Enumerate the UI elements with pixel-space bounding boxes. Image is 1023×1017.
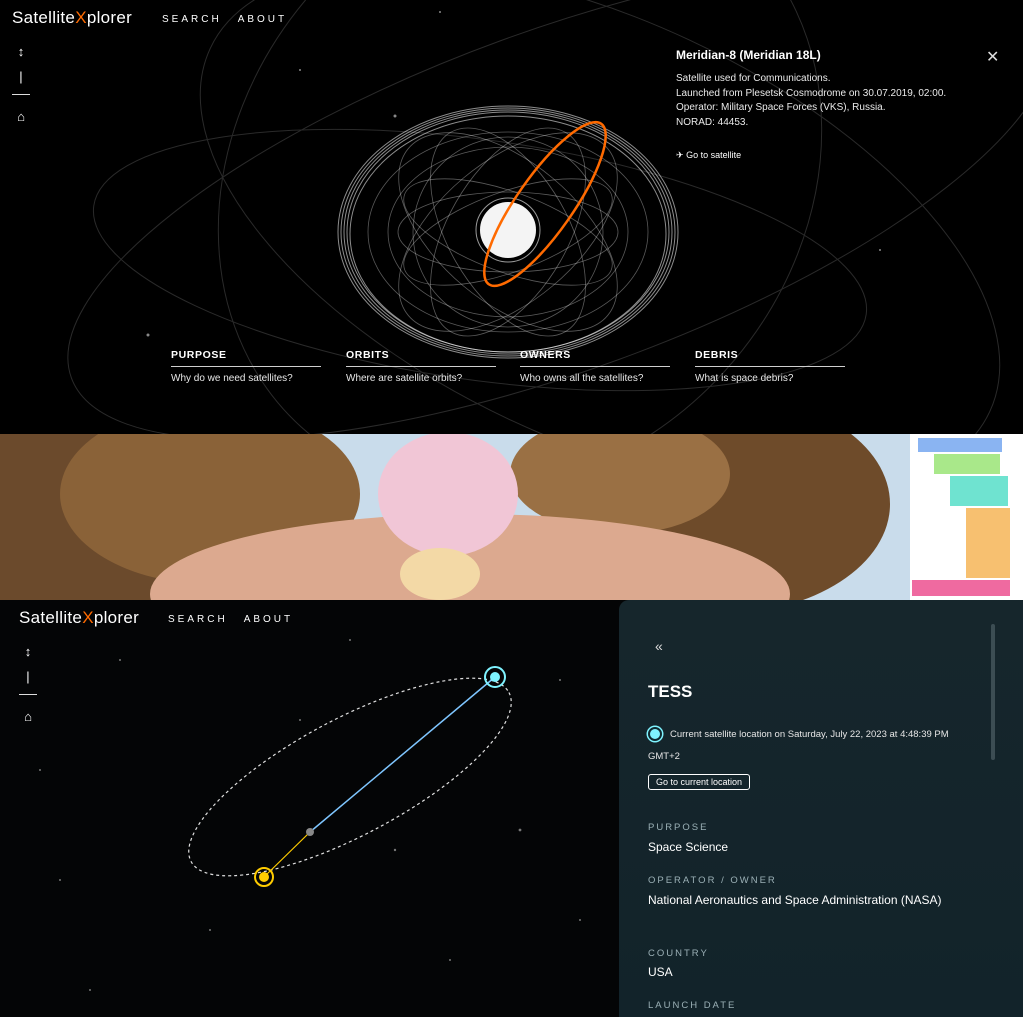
- go-to-current-location-button[interactable]: Go to current location: [648, 774, 751, 790]
- nav-about[interactable]: ABOUT: [238, 14, 287, 25]
- satellite-dot-icon: [648, 727, 662, 742]
- card-heading: DEBRIS: [695, 349, 845, 367]
- card-heading: ORBITS: [346, 349, 496, 367]
- operator-value: National Aeronautics and Space Administr…: [648, 893, 942, 907]
- scrollbar[interactable]: [991, 624, 995, 760]
- logo-x: X: [75, 8, 87, 27]
- card-subtitle: Who owns all the satellites?: [520, 373, 644, 384]
- app-logo[interactable]: SatelliteXplorer: [19, 608, 139, 628]
- top-nav: SEARCH ABOUT: [162, 14, 303, 25]
- operator-label: OPERATOR / OWNER: [648, 875, 777, 886]
- logo-text-start: Satellite: [19, 608, 83, 627]
- app-logo[interactable]: SatelliteXplorer: [12, 8, 132, 28]
- launch-date-label: LAUNCH DATE: [648, 1000, 737, 1011]
- nav-about[interactable]: ABOUT: [244, 614, 293, 625]
- orbit-path-view[interactable]: [0, 600, 619, 1017]
- home-icon[interactable]: ⌂: [19, 709, 37, 724]
- home-icon[interactable]: ⌂: [12, 109, 30, 124]
- zoom-out-icon[interactable]: [12, 94, 30, 95]
- card-subtitle: Why do we need satellites?: [171, 373, 293, 384]
- map-controls: ↕ | ⌂: [19, 644, 37, 734]
- country-value: USA: [648, 965, 673, 979]
- country-label: COUNTRY: [648, 948, 709, 959]
- card-owners[interactable]: OWNERS Who owns all the satellites?: [520, 349, 670, 384]
- compass-icon[interactable]: ↕: [12, 44, 30, 59]
- purpose-value: Space Science: [648, 840, 729, 854]
- go-to-satellite-link[interactable]: ✈ Go to satellite: [676, 150, 996, 161]
- location-text: Current satellite location on Saturday, …: [648, 729, 949, 762]
- zoom-out-icon[interactable]: [19, 694, 37, 695]
- info-line: Operator: Military Space Forces (VKS), R…: [676, 102, 886, 113]
- card-heading: PURPOSE: [171, 349, 321, 367]
- card-purpose[interactable]: PURPOSE Why do we need satellites?: [171, 349, 321, 384]
- collapse-panel-icon[interactable]: «: [655, 638, 663, 654]
- info-line: NORAD: 44453.: [676, 116, 749, 128]
- logo-text-end: plorer: [86, 8, 133, 27]
- zoom-in-icon[interactable]: |: [12, 69, 30, 84]
- satellite-side-panel: « TESS Current satellite location on Sat…: [619, 600, 1023, 1017]
- satellite-name: TESS: [648, 682, 693, 701]
- card-orbits[interactable]: ORBITS Where are satellite orbits?: [346, 349, 496, 384]
- globe-view-panel: SatelliteXplorer SEARCH ABOUT ↕ | ⌂ Merid…: [0, 0, 1023, 434]
- purpose-label: PURPOSE: [648, 822, 709, 833]
- map-controls: ↕ | ⌂: [12, 44, 30, 134]
- photo-image: [0, 434, 1023, 600]
- zoom-in-icon[interactable]: |: [19, 669, 37, 684]
- top-nav: SEARCH ABOUT: [168, 614, 309, 625]
- go-to-satellite-label: Go to satellite: [686, 150, 742, 160]
- satellite-icon: ✈: [676, 150, 684, 160]
- logo-x: X: [82, 608, 94, 627]
- current-location: Current satellite location on Saturday, …: [648, 724, 978, 768]
- nav-search[interactable]: SEARCH: [162, 14, 222, 25]
- logo-text-start: Satellite: [12, 8, 76, 27]
- satellite-detail-view: SatelliteXplorer SEARCH ABOUT ↕ | ⌂ « TES…: [0, 600, 1023, 1017]
- nav-search[interactable]: SEARCH: [168, 614, 228, 625]
- card-heading: OWNERS: [520, 349, 670, 367]
- info-line: Satellite used for Communications.: [676, 73, 831, 84]
- logo-text-end: plorer: [93, 608, 140, 627]
- photo-strip: [0, 434, 1023, 600]
- close-icon[interactable]: ✕: [986, 47, 999, 67]
- tess-orbit: [188, 677, 512, 877]
- card-debris[interactable]: DEBRIS What is space debris?: [695, 349, 845, 384]
- card-subtitle: What is space debris?: [695, 373, 794, 384]
- card-subtitle: Where are satellite orbits?: [346, 373, 463, 384]
- satellite-title: Meridian-8 (Meridian 18L): [676, 48, 821, 62]
- info-line: Launched from Plesetsk Cosmodrome on 30.…: [676, 87, 947, 99]
- compass-icon[interactable]: ↕: [19, 644, 37, 659]
- satellite-line: [309, 676, 496, 833]
- earth-dot: [306, 828, 314, 836]
- satellite-info-popup: Meridian-8 (Meridian 18L) Satellite used…: [676, 48, 996, 161]
